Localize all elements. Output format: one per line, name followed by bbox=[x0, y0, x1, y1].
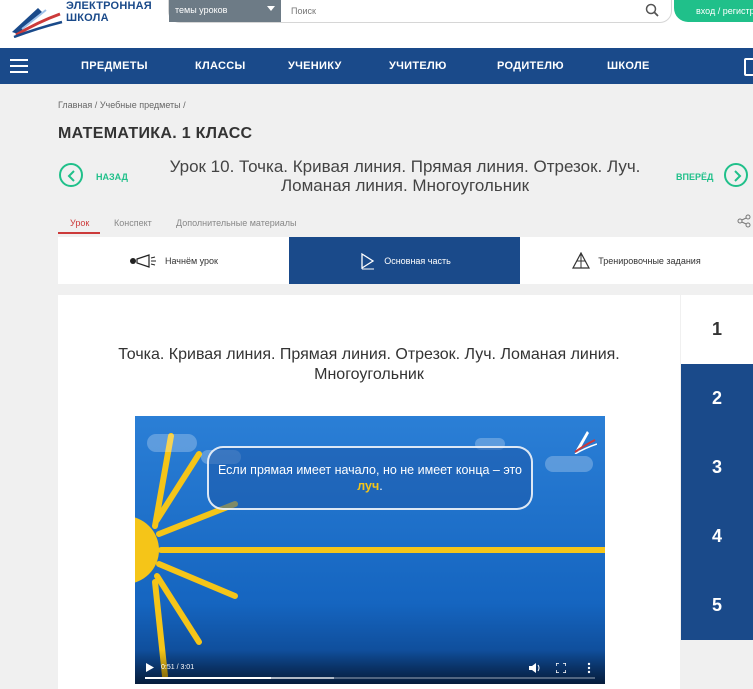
logo-line-1: ЭЛЕКТРОННАЯ bbox=[66, 0, 152, 12]
lesson-title: Урок 10. Точка. Кривая линия. Прямая лин… bbox=[169, 157, 641, 195]
content-title: Точка. Кривая линия. Прямая линия. Отрез… bbox=[118, 346, 620, 383]
tab-extra-materials[interactable]: Дополнительные материалы bbox=[176, 218, 297, 228]
next-lesson-label[interactable]: ВПЕРЁД bbox=[676, 172, 713, 182]
caption-text: Если прямая имеет начало, но не имеет ко… bbox=[217, 463, 522, 477]
prev-lesson-button[interactable] bbox=[59, 163, 83, 187]
caption-end: . bbox=[379, 479, 383, 493]
video-time: 0:51 / 3:01 bbox=[161, 664, 195, 671]
lesson-sections: Начнём урок Основная часть Тренировочные… bbox=[58, 237, 753, 284]
next-lesson-button[interactable] bbox=[724, 163, 748, 187]
step-1[interactable]: 1 bbox=[681, 295, 753, 364]
section-exercises-label: Тренировочные задания bbox=[598, 255, 701, 266]
breadcrumb-subjects[interactable]: Учебные предметы bbox=[100, 100, 181, 110]
step-5[interactable]: 5 bbox=[681, 571, 753, 640]
active-tab-indicator bbox=[58, 232, 100, 234]
pyramid-icon bbox=[572, 251, 591, 269]
video-caption: Если прямая имеет начало, но не имеет ко… bbox=[207, 446, 533, 510]
step-navigation: 1 2 3 4 5 bbox=[681, 295, 753, 641]
breadcrumb-separator: / bbox=[94, 100, 98, 110]
document-icon[interactable] bbox=[744, 58, 753, 76]
video-controls: 0:51 / 3:01 bbox=[135, 650, 605, 684]
content-card: Точка. Кривая линия. Прямая линия. Отрез… bbox=[58, 295, 680, 689]
step-4[interactable]: 4 bbox=[681, 502, 753, 571]
megaphone-icon bbox=[129, 253, 156, 268]
breadcrumb-home[interactable]: Главная bbox=[58, 100, 92, 110]
chevron-right-icon bbox=[734, 170, 742, 182]
volume-icon[interactable] bbox=[529, 663, 541, 673]
search-bar: темы уроков bbox=[168, 0, 672, 23]
step-2[interactable]: 2 bbox=[681, 364, 753, 433]
more-options-icon[interactable] bbox=[587, 662, 591, 674]
main-nav: ПРЕДМЕТЫ КЛАССЫ УЧЕНИКУ УЧИТЕЛЮ РОДИТЕЛЮ… bbox=[0, 48, 753, 84]
cloud bbox=[147, 434, 197, 452]
share-icon[interactable] bbox=[737, 214, 751, 228]
logo-text: ЭЛЕКТРОННАЯ ШКОЛА bbox=[66, 0, 152, 24]
chevron-left-icon bbox=[67, 170, 75, 182]
nav-item-teacher[interactable]: УЧИТЕЛЮ bbox=[389, 48, 447, 84]
breadcrumb: Главная / Учебные предметы / bbox=[58, 100, 186, 110]
nav-item-student[interactable]: УЧЕНИКУ bbox=[288, 48, 342, 84]
logo[interactable] bbox=[8, 2, 63, 38]
section-exercises[interactable]: Тренировочные задания bbox=[520, 237, 753, 284]
nav-item-school[interactable]: ШКОЛЕ bbox=[607, 48, 650, 84]
channel-logo bbox=[574, 431, 597, 454]
section-main[interactable]: Основная часть bbox=[289, 237, 520, 284]
tab-lesson[interactable]: Урок bbox=[70, 218, 89, 228]
play-icon bbox=[361, 252, 375, 269]
nav-item-subjects[interactable]: ПРЕДМЕТЫ bbox=[81, 48, 148, 84]
video-progress-bar[interactable] bbox=[145, 677, 595, 679]
login-button[interactable]: вход / регистр bbox=[674, 0, 753, 22]
logo-line-2: ШКОЛА bbox=[66, 12, 109, 24]
video-progress-fill bbox=[145, 677, 271, 679]
topic-select-label: темы уроков bbox=[175, 5, 228, 15]
top-bar: ЭЛЕКТРОННАЯ ШКОЛА темы уроков вход / рег… bbox=[0, 0, 753, 48]
section-main-label: Основная часть bbox=[384, 255, 451, 266]
section-start[interactable]: Начнём урок bbox=[58, 237, 289, 284]
video-player[interactable]: Если прямая имеет начало, но не имеет ко… bbox=[135, 416, 605, 684]
caption-highlight: луч bbox=[357, 479, 380, 493]
nav-item-parent[interactable]: РОДИТЕЛЮ bbox=[497, 48, 564, 84]
step-3[interactable]: 3 bbox=[681, 433, 753, 502]
play-icon[interactable] bbox=[146, 663, 154, 672]
nav-item-classes[interactable]: КЛАССЫ bbox=[195, 48, 246, 84]
topic-select[interactable]: темы уроков bbox=[169, 0, 281, 22]
search-icon[interactable] bbox=[645, 3, 659, 17]
page-title: МАТЕМАТИКА. 1 КЛАСС bbox=[58, 125, 253, 142]
cloud bbox=[545, 456, 593, 472]
chevron-down-icon bbox=[267, 6, 275, 11]
search-input[interactable] bbox=[289, 0, 633, 22]
tab-summary[interactable]: Конспект bbox=[114, 218, 152, 228]
menu-icon[interactable] bbox=[10, 59, 28, 73]
breadcrumb-separator: / bbox=[183, 100, 186, 110]
section-start-label: Начнём урок bbox=[164, 255, 218, 266]
prev-lesson-label[interactable]: НАЗАД bbox=[96, 172, 128, 182]
fullscreen-icon[interactable] bbox=[556, 663, 566, 673]
